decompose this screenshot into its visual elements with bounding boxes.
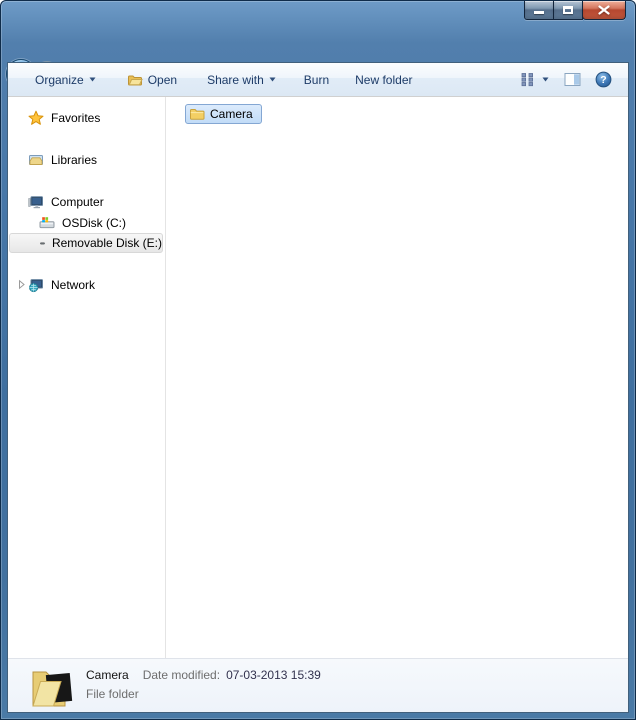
views-grid-icon — [520, 72, 536, 87]
folder-icon-large — [30, 662, 78, 715]
minimize-button[interactable] — [524, 1, 554, 20]
open-button[interactable]: Open — [117, 68, 187, 92]
sidebar-item-favorites[interactable]: Favorites — [8, 107, 165, 128]
star-icon — [28, 110, 44, 126]
sidebar-item-osdisk-c[interactable]: OSDisk (C:) — [8, 212, 165, 233]
details-date-label: Date modified: — [143, 668, 220, 682]
file-item-camera[interactable]: Camera — [185, 104, 262, 124]
new-folder-button[interactable]: New folder — [345, 68, 422, 92]
help-icon: ? — [595, 71, 612, 88]
minimize-icon — [534, 11, 544, 14]
sidebar-item-label: Favorites — [51, 111, 100, 125]
sidebar-item-label: Libraries — [51, 153, 97, 167]
preview-pane-icon — [564, 72, 581, 87]
file-list[interactable]: Camera — [166, 97, 628, 658]
share-with-label: Share with — [207, 73, 264, 87]
libraries-icon — [28, 152, 44, 168]
sidebar-item-label: OSDisk (C:) — [62, 216, 126, 230]
main-area: Favorites Libraries Computer OSDisk (C:) — [8, 97, 628, 658]
window-controls — [525, 1, 626, 20]
sidebar-item-network[interactable]: Network — [8, 274, 165, 295]
burn-label: Burn — [304, 73, 329, 87]
burn-button[interactable]: Burn — [294, 68, 339, 92]
toolbar-right-group: ? — [516, 68, 615, 91]
window-body: Organize Open Share with Burn New folder — [7, 62, 629, 713]
chevron-down-icon — [269, 77, 276, 82]
sidebar-item-removable-e[interactable]: Removable Disk (E:) — [9, 233, 163, 253]
sidebar-item-label: Computer — [51, 195, 104, 209]
share-with-button[interactable]: Share with — [197, 68, 286, 92]
open-folder-icon — [127, 72, 143, 88]
new-folder-label: New folder — [355, 73, 412, 87]
sidebar-item-label: Network — [51, 278, 95, 292]
command-bar: Organize Open Share with Burn New folder — [8, 63, 628, 97]
preview-pane-button[interactable] — [561, 69, 584, 90]
svg-text:?: ? — [600, 74, 606, 86]
navigation-bar: « Removable Disk (E:) DCIM — [0, 28, 636, 62]
maximize-button[interactable] — [553, 1, 583, 20]
maximize-icon — [563, 6, 573, 14]
close-icon — [598, 5, 610, 15]
views-button[interactable] — [516, 69, 553, 90]
folder-icon — [189, 106, 205, 122]
details-file-type: File folder — [86, 687, 139, 701]
expand-arrow-icon[interactable] — [15, 278, 28, 294]
organize-button[interactable]: Organize — [25, 68, 106, 92]
details-text: Camera Date modified: 07-03-2013 15:39 F… — [86, 668, 321, 701]
navigation-pane: Favorites Libraries Computer OSDisk (C:) — [8, 97, 166, 658]
organize-label: Organize — [35, 73, 84, 87]
details-date-value: 07-03-2013 15:39 — [226, 668, 321, 682]
file-item-label: Camera — [210, 107, 253, 121]
help-button[interactable]: ? — [592, 68, 615, 91]
explorer-window: « Removable Disk (E:) DCIM — [0, 0, 636, 720]
sidebar-item-computer[interactable]: Computer — [8, 191, 165, 212]
network-icon — [28, 277, 44, 293]
details-pane: Camera Date modified: 07-03-2013 15:39 F… — [8, 658, 628, 712]
details-file-name: Camera — [86, 668, 129, 682]
removable-drive-icon — [40, 235, 45, 251]
hard-drive-icon — [39, 215, 55, 231]
open-label: Open — [148, 73, 177, 87]
chevron-down-icon — [89, 77, 96, 82]
close-button[interactable] — [582, 1, 626, 20]
sidebar-item-label: Removable Disk (E:) — [52, 236, 162, 250]
sidebar-item-libraries[interactable]: Libraries — [8, 149, 165, 170]
chevron-down-icon — [542, 77, 549, 82]
computer-icon — [28, 194, 44, 210]
titlebar[interactable] — [0, 0, 636, 28]
